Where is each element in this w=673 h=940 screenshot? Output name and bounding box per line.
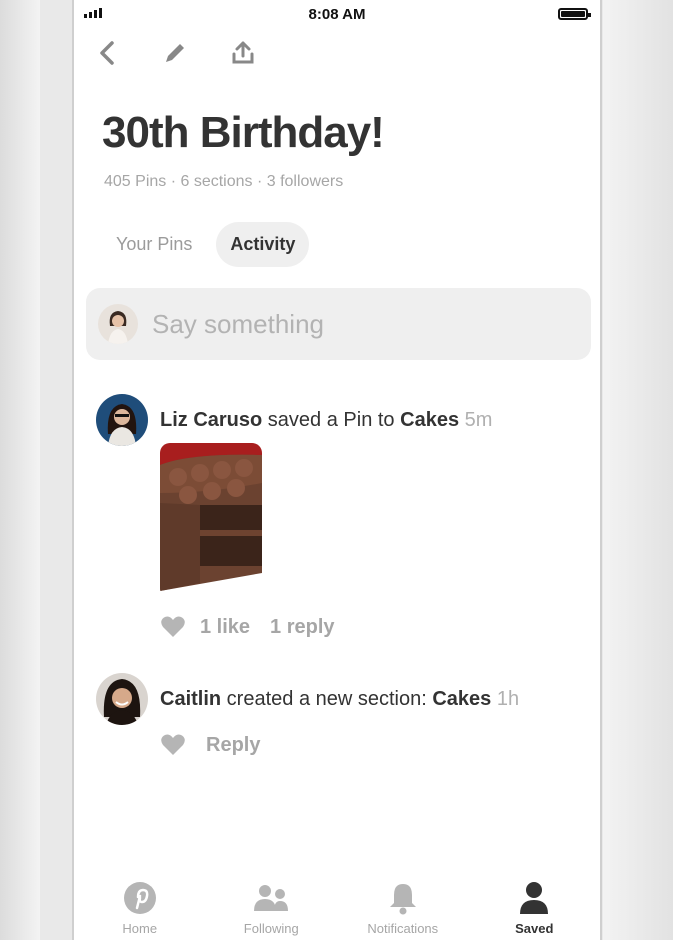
nav-following-label: Following	[243, 921, 299, 936]
activity-target[interactable]: Cakes	[400, 409, 459, 431]
tab-activity[interactable]: Activity	[216, 222, 310, 267]
activity-time: 1h	[491, 687, 520, 710]
nav-following[interactable]: Following	[206, 870, 338, 940]
person-icon	[520, 882, 549, 914]
pencil-icon	[166, 44, 184, 62]
activity-target[interactable]: Cakes	[432, 688, 491, 710]
comment-composer[interactable]: Say something	[86, 288, 591, 360]
board-toolbar	[94, 40, 256, 66]
activity-text: Liz Caruso saved a Pin to Cakes 5m	[160, 409, 492, 432]
nav-notifications-label: Notifications	[367, 921, 439, 936]
board-tabs: Your Pins Activity	[102, 222, 310, 267]
avatar[interactable]	[96, 394, 148, 446]
likes-count[interactable]: 1 like	[200, 616, 250, 639]
nav-saved-label: Saved	[515, 921, 554, 936]
heart-icon[interactable]	[160, 733, 186, 757]
battery-icon	[558, 8, 591, 20]
replies-link[interactable]: 1 reply	[270, 616, 334, 639]
edit-button[interactable]	[162, 40, 188, 66]
activity-time: 5m	[459, 408, 493, 431]
activity-text: Caitlin created a new section: Cakes 1h	[160, 688, 519, 711]
activity-item: Caitlin created a new section: Cakes 1h	[96, 673, 519, 725]
activity-action: created a new section:	[221, 687, 433, 710]
activity-user[interactable]: Caitlin	[160, 688, 221, 710]
nav-home-label: Home	[122, 921, 158, 936]
phone-screen: 8:08 AM 30th Birthday! 405 Pins · 6 sect…	[72, 0, 602, 940]
nav-notifications[interactable]: Notifications	[337, 870, 469, 940]
bottom-nav: Home Following Notifications Saved	[74, 870, 600, 940]
pin-image[interactable]	[160, 443, 262, 598]
share-upload-icon	[232, 41, 254, 64]
board-title: 30th Birthday!	[102, 108, 385, 157]
share-button[interactable]	[230, 40, 256, 66]
bell-icon	[389, 884, 416, 915]
reply-link[interactable]: Reply	[206, 734, 260, 757]
avatar	[98, 304, 138, 344]
heart-icon[interactable]	[160, 615, 186, 639]
people-icon	[254, 885, 289, 911]
nav-home[interactable]: Home	[74, 870, 206, 940]
pinterest-logo-icon	[123, 882, 156, 914]
activity-item: Liz Caruso saved a Pin to Cakes 5m	[96, 394, 492, 446]
board-meta: 405 Pins · 6 sections · 3 followers	[104, 173, 344, 190]
activity-user[interactable]: Liz Caruso	[160, 409, 262, 431]
chevron-left-icon	[100, 41, 114, 65]
tab-your-pins[interactable]: Your Pins	[102, 222, 206, 267]
back-button[interactable]	[94, 40, 120, 66]
status-bar: 8:08 AM	[74, 0, 600, 30]
activity-action: saved a Pin to	[262, 408, 401, 431]
avatar[interactable]	[96, 673, 148, 725]
activity-actions: Reply	[160, 733, 260, 757]
composer-placeholder: Say something	[152, 308, 324, 339]
status-time: 8:08 AM	[308, 6, 366, 23]
background-left	[0, 0, 40, 940]
nav-saved[interactable]: Saved	[469, 870, 601, 940]
activity-actions: 1 like 1 reply	[160, 615, 335, 639]
cake-image	[160, 443, 262, 598]
background-right	[603, 0, 673, 940]
